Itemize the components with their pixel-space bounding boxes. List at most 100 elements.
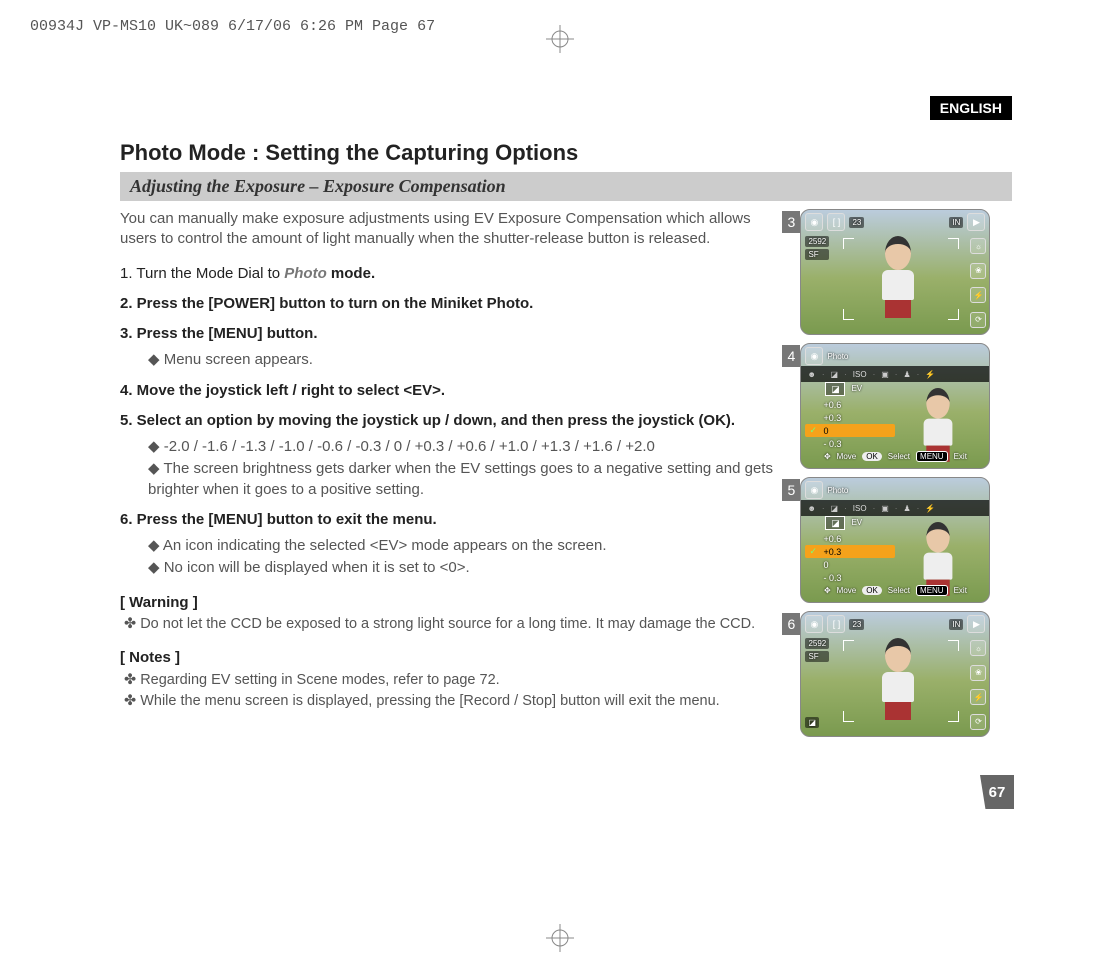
ev-option-selected: +0.3 xyxy=(805,545,895,558)
wb-icon: ☼ xyxy=(970,238,986,254)
af-corner xyxy=(948,309,959,320)
af-corner xyxy=(843,640,854,651)
camera-icon: ◉ xyxy=(805,615,823,633)
ev-icon: ◪ xyxy=(831,504,839,513)
joystick-icon: ✥ xyxy=(824,586,831,595)
step-5-bullets: -2.0 / -1.6 / -1.3 / -1.0 / -0.6 / -0.3 … xyxy=(148,437,788,500)
shot4-ev-list: +0.6 +0.3 0 - 0.3 xyxy=(805,398,895,450)
screenshot-5: ◉ Photo ☻· ◪· ISO· ▣· ♟· ⚡ ◪ EV +0.6 xyxy=(800,477,990,603)
page-title: Photo Mode : Setting the Capturing Optio… xyxy=(120,140,1000,166)
shot5-menubar: ☻· ◪· ISO· ▣· ♟· ⚡ xyxy=(801,500,989,516)
screenshot-6-number: 6 xyxy=(782,613,800,635)
screenshot-6-wrap: 6 ◉ [ ] 23 IN ▶ 2592 SF ◪ xyxy=(800,611,1000,737)
menu-pill: MENU xyxy=(916,585,948,596)
ev-option: +0.6 xyxy=(805,532,895,545)
person-icon: ♟ xyxy=(903,504,910,513)
screenshot-4-wrap: 4 ◉ Photo ☻· ◪· ISO· ▣· ♟· ⚡ ◪ xyxy=(800,343,1000,469)
section-subheading: Adjusting the Exposure – Exposure Compen… xyxy=(120,172,1012,201)
step-3: 3. Press the [MENU] button. xyxy=(120,324,788,344)
person-icon: ♟ xyxy=(903,370,910,379)
af-corner xyxy=(948,238,959,249)
shot4-menubar: ☻· ◪· ISO· ▣· ♟· ⚡ xyxy=(801,366,989,382)
macro-icon: ❀ xyxy=(970,263,986,279)
macro-icon: ❀ xyxy=(970,665,986,681)
shot3-storage: IN xyxy=(949,217,963,228)
ev-option: 0 xyxy=(805,558,895,571)
step-3-bullet-1: Menu screen appears. xyxy=(148,350,788,370)
shot6-count: 23 xyxy=(849,619,864,630)
step-1-mode: Photo xyxy=(284,265,327,282)
ev-icon: ◪ xyxy=(831,370,839,379)
shot5-mode: Photo xyxy=(827,486,848,495)
warning-1: Do not let the CCD be exposed to a stron… xyxy=(124,615,788,635)
ev-tab-icon: ◪ xyxy=(825,382,845,396)
note-1: Regarding EV setting in Scene modes, ref… xyxy=(124,671,788,691)
intro-text: You can manually make exposure adjustmen… xyxy=(120,209,788,250)
iso-label: ISO xyxy=(853,370,867,379)
notes-list: Regarding EV setting in Scene modes, ref… xyxy=(124,671,788,712)
ev-tab-icon: ◪ xyxy=(825,516,845,530)
shot6-res: 2592 xyxy=(805,638,829,649)
shot5-ev-list: +0.6 +0.3 0 - 0.3 xyxy=(805,532,895,584)
ev-option-selected: 0 xyxy=(805,424,895,437)
crop-mark-top xyxy=(546,25,566,45)
step-5: 5. Select an option by moving the joysti… xyxy=(120,411,788,431)
hint-select: Select xyxy=(888,586,910,595)
step-6-bullet-1: An icon indicating the selected <EV> mod… xyxy=(148,536,788,556)
focus-icon: [ ] xyxy=(827,213,845,231)
af-corner xyxy=(948,711,959,722)
step-4: 4. Move the joystick left / right to sel… xyxy=(120,381,788,401)
screenshots-column: 3 ◉ [ ] 23 IN ▶ 2592 SF ☼ xyxy=(800,209,1000,745)
screenshot-5-wrap: 5 ◉ Photo ☻· ◪· ISO· ▣· ♟· ⚡ ◪ xyxy=(800,477,1000,603)
play-icon: ▶ xyxy=(967,615,985,633)
iso-label: ISO xyxy=(853,504,867,513)
screenshot-6: ◉ [ ] 23 IN ▶ 2592 SF ◪ ☼ xyxy=(800,611,990,737)
step-1-pre: 1. Turn the Mode Dial to xyxy=(120,265,284,282)
screenshot-3: ◉ [ ] 23 IN ▶ 2592 SF ☼ ❀ ⚡ xyxy=(800,209,990,335)
menu-pill: MENU xyxy=(916,451,948,462)
crop-mark-bottom xyxy=(546,924,566,944)
subject-child xyxy=(871,638,925,718)
ok-pill: OK xyxy=(862,452,882,461)
shot3-res: 2592 xyxy=(805,236,829,247)
timer-icon: ⟳ xyxy=(970,312,986,328)
screenshot-4-number: 4 xyxy=(782,345,800,367)
subject-child xyxy=(871,236,925,316)
shot4-mode: Photo xyxy=(827,352,848,361)
focus-icon: [ ] xyxy=(827,615,845,633)
warning-list: Do not let the CCD be exposed to a stron… xyxy=(124,615,788,635)
page-number: 67 xyxy=(980,775,1014,809)
step-2: 2. Press the [POWER] button to turn on t… xyxy=(120,294,788,314)
note-2: While the menu screen is displayed, pres… xyxy=(124,692,788,712)
af-corner xyxy=(843,309,854,320)
scene-icon: ☻ xyxy=(807,370,815,379)
timer-icon: ⟳ xyxy=(970,714,986,730)
joystick-icon: ✥ xyxy=(824,452,831,461)
meter-icon: ▣ xyxy=(881,370,889,379)
flash-icon: ⚡ xyxy=(970,287,986,303)
page-content: ENGLISH Photo Mode : Setting the Capturi… xyxy=(120,100,1000,745)
hint-exit: Exit xyxy=(954,452,967,461)
main-column: You can manually make exposure adjustmen… xyxy=(120,209,788,745)
step-1: 1. Turn the Mode Dial to Photo mode. xyxy=(120,264,788,284)
screenshot-4: ◉ Photo ☻· ◪· ISO· ▣· ♟· ⚡ ◪ EV +0.6 xyxy=(800,343,990,469)
ev-option: +0.3 xyxy=(805,411,895,424)
step-5-bullet-1: -2.0 / -1.6 / -1.3 / -1.0 / -0.6 / -0.3 … xyxy=(148,437,788,457)
af-corner xyxy=(843,238,854,249)
screenshot-3-wrap: 3 ◉ [ ] 23 IN ▶ 2592 SF ☼ xyxy=(800,209,1000,335)
step-5-bullet-2: The screen brightness gets darker when t… xyxy=(148,459,788,500)
ev-tab-label: EV xyxy=(851,384,862,393)
print-header: 00934J VP-MS10 UK~089 6/17/06 6:26 PM Pa… xyxy=(30,18,435,35)
hint-move: Move xyxy=(837,586,857,595)
shot6-storage: IN xyxy=(949,619,963,630)
ok-pill: OK xyxy=(862,586,882,595)
step-3-bullets: Menu screen appears. xyxy=(148,350,788,370)
ev-option: +0.6 xyxy=(805,398,895,411)
language-badge: ENGLISH xyxy=(930,96,1012,120)
shot3-sf: SF xyxy=(805,249,829,260)
camera-icon: ◉ xyxy=(805,481,823,499)
camera-icon: ◉ xyxy=(805,213,823,231)
step-6-bullet-2: No icon will be displayed when it is set… xyxy=(148,558,788,578)
warning-heading: [ Warning ] xyxy=(120,593,788,613)
flash-icon: ⚡ xyxy=(925,370,935,379)
